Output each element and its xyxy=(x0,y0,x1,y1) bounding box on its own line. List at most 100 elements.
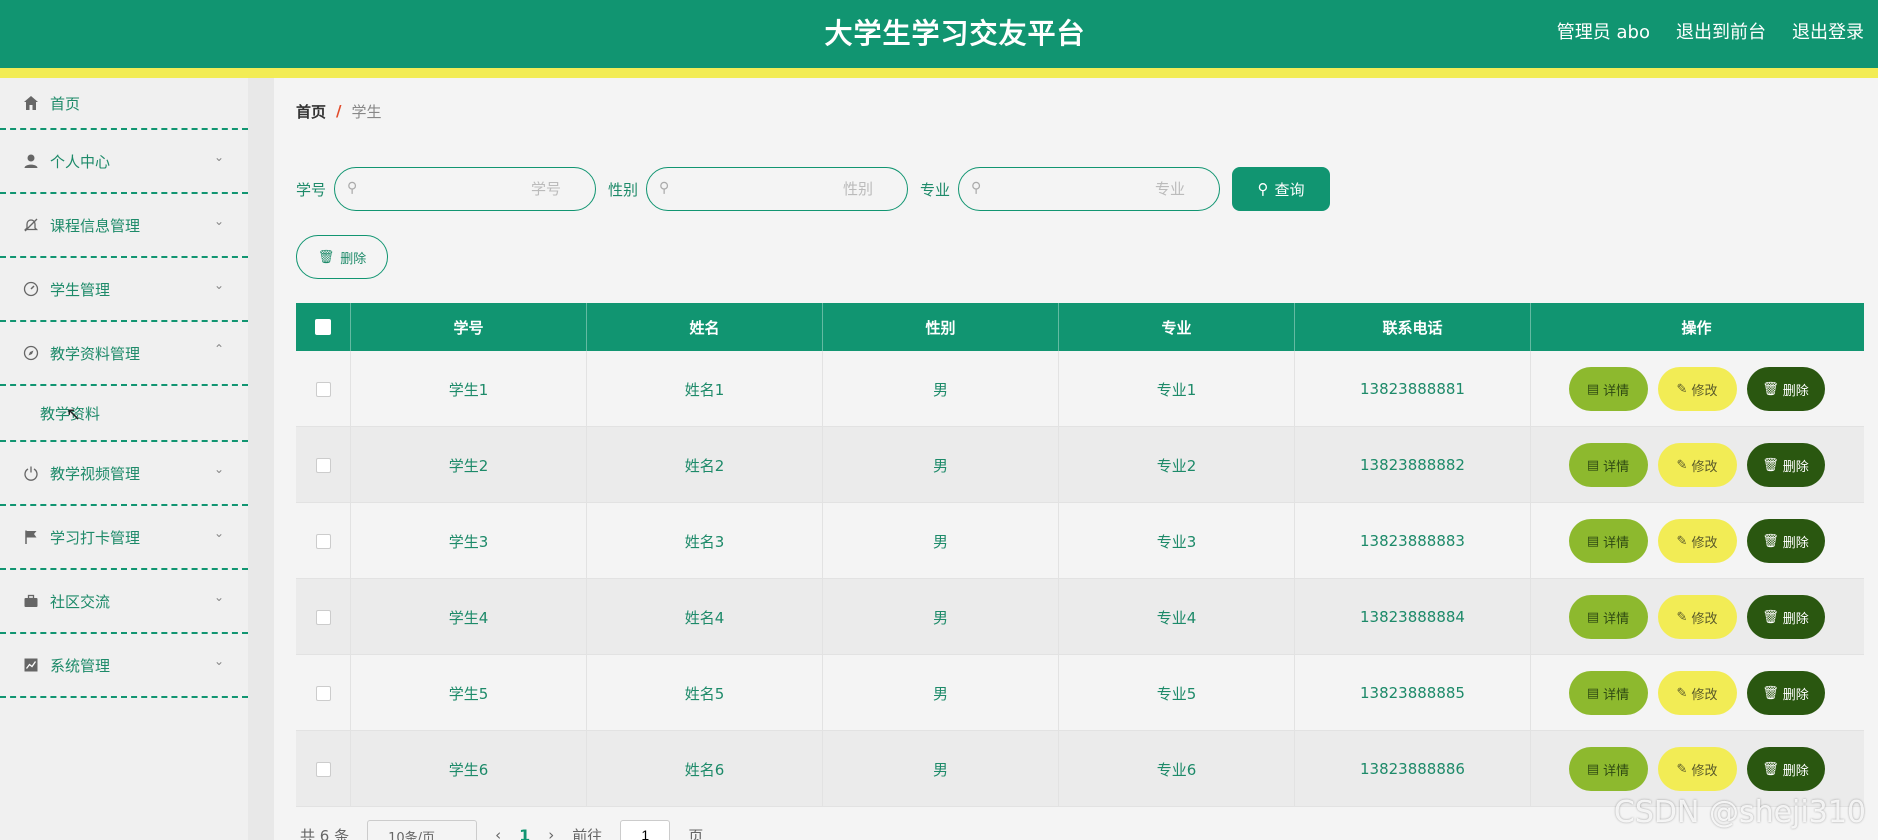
edit-button[interactable]: ✎ 修改 xyxy=(1657,747,1737,791)
col-header-name[interactable]: 姓名 xyxy=(587,303,823,351)
home-icon xyxy=(22,94,40,112)
row-actions: ▤ 详情 ✎ 修改 🗑 删除 xyxy=(1531,655,1862,731)
col-header-gender[interactable]: 性别 xyxy=(823,303,1059,351)
document-icon: ▤ xyxy=(1586,609,1600,625)
search-input-id[interactable] xyxy=(335,168,596,210)
row-select-cell xyxy=(296,579,351,655)
pencil-icon: ✎ xyxy=(1676,609,1688,625)
pencil-icon: ✎ xyxy=(1676,457,1688,473)
delete-button[interactable]: 🗑 删除 xyxy=(1746,367,1825,411)
to-front-link[interactable]: 退出到前台 xyxy=(1676,18,1766,44)
sidebar-item-label: 教学资料管理 xyxy=(50,344,141,363)
sidebar-item-materials[interactable]: 教学资料管理 ⌃ xyxy=(0,322,248,386)
detail-button[interactable]: ▤ 详情 xyxy=(1568,671,1648,715)
sidebar-item-student[interactable]: 学生管理 ⌄ xyxy=(0,258,248,322)
edit-button[interactable]: ✎ 修改 xyxy=(1657,595,1737,639)
pencil-icon: ✎ xyxy=(1676,533,1688,549)
trash-icon: 🗑 xyxy=(1762,533,1779,549)
col-header-phone[interactable]: 联系电话 xyxy=(1295,303,1531,351)
row-checkbox[interactable] xyxy=(315,457,331,473)
goto-page-input[interactable] xyxy=(620,820,671,840)
trash-icon: 🗑 xyxy=(1762,381,1779,397)
edit-button[interactable]: ✎ 修改 xyxy=(1657,671,1737,715)
chart-icon xyxy=(22,656,40,674)
delete-button[interactable]: 🗑 删除 xyxy=(1746,443,1825,487)
pencil-icon: ✎ xyxy=(1676,381,1688,397)
col-header-id[interactable]: 学号 xyxy=(351,303,587,351)
pencil-icon: ✎ xyxy=(1676,761,1688,777)
sidebar-item-course[interactable]: 课程信息管理 ⌄ xyxy=(0,194,248,258)
detail-button[interactable]: ▤ 详情 xyxy=(1568,519,1648,563)
row-checkbox[interactable] xyxy=(315,685,331,701)
document-icon: ▤ xyxy=(1586,761,1600,777)
detail-label: 详情 xyxy=(1603,763,1630,779)
power-icon xyxy=(22,464,40,482)
detail-button[interactable]: ▤ 详情 xyxy=(1568,367,1648,411)
sidebar-item-system[interactable]: 系统管理 ⌄ xyxy=(0,634,248,698)
sidebar-subitem-materials[interactable]: 教学资料 xyxy=(0,386,248,442)
table-row: 学生3 姓名3 男专业3 13823888883 ▤ 详情 ✎ 修改 🗑 删除 xyxy=(296,503,1864,579)
prev-page-icon[interactable]: ‹ xyxy=(495,826,501,840)
sidebar-scrollbar-track[interactable] xyxy=(248,78,274,840)
cell-gender: 男 xyxy=(823,579,1059,655)
sidebar-item-home[interactable]: 首页 xyxy=(0,78,248,130)
row-select-cell xyxy=(296,351,351,427)
delete-label: 删除 xyxy=(1782,611,1809,627)
cell-student-id: 学生6 xyxy=(351,731,587,807)
batch-delete-button[interactable]: 🗑 删除 xyxy=(296,235,388,279)
edit-label: 修改 xyxy=(1691,535,1718,551)
table-row: 学生5 姓名5 男专业5 13823888885 ▤ 详情 ✎ 修改 🗑 删除 xyxy=(296,655,1864,731)
row-checkbox[interactable] xyxy=(315,761,331,777)
next-page-icon[interactable]: › xyxy=(548,826,554,840)
cell-major: 专业6 xyxy=(1059,731,1295,807)
detail-button[interactable]: ▤ 详情 xyxy=(1568,747,1648,791)
sidebar-item-label: 教学视频管理 xyxy=(50,464,141,483)
search-input-gender[interactable] xyxy=(647,168,908,210)
chevron-down-icon: ⌄ xyxy=(213,278,224,292)
cell-major: 专业4 xyxy=(1059,579,1295,655)
detail-button[interactable]: ▤ 详情 xyxy=(1568,443,1648,487)
cell-gender: 男 xyxy=(823,731,1059,807)
delete-button[interactable]: 🗑 删除 xyxy=(1746,747,1825,791)
breadcrumb-home[interactable]: 首页 xyxy=(296,101,326,122)
cell-phone: 13823888882 xyxy=(1295,427,1531,503)
edit-button[interactable]: ✎ 修改 xyxy=(1657,519,1737,563)
select-all-checkbox[interactable] xyxy=(315,319,331,335)
detail-label: 详情 xyxy=(1603,535,1630,551)
sidebar-item-checkin[interactable]: 学习打卡管理 ⌄ xyxy=(0,506,248,570)
table-row: 学生2 姓名2 男专业2 13823888882 ▤ 详情 ✎ 修改 🗑 删除 xyxy=(296,427,1864,503)
chevron-down-icon: ⌄ xyxy=(213,214,224,228)
cell-phone: 13823888881 xyxy=(1295,351,1531,427)
sidebar-item-label: 学习打卡管理 xyxy=(50,528,141,547)
query-button[interactable]: ⚲ 查询 xyxy=(1232,167,1331,211)
row-checkbox[interactable] xyxy=(315,381,331,397)
detail-button[interactable]: ▤ 详情 xyxy=(1568,595,1648,639)
edit-button[interactable]: ✎ 修改 xyxy=(1657,443,1737,487)
delete-button[interactable]: 🗑 删除 xyxy=(1746,595,1825,639)
document-icon: ▤ xyxy=(1586,685,1600,701)
briefcase-icon xyxy=(22,592,40,610)
row-checkbox[interactable] xyxy=(315,533,331,549)
delete-button[interactable]: 🗑 删除 xyxy=(1746,671,1825,715)
col-header-major[interactable]: 专业 xyxy=(1059,303,1295,351)
sidebar-item-label: 系统管理 xyxy=(50,656,111,675)
goto-suffix: 页 xyxy=(688,826,704,840)
sidebar-item-community[interactable]: 社区交流 ⌄ xyxy=(0,570,248,634)
page-number[interactable]: 1 xyxy=(519,826,530,840)
table-row: 学生4 姓名4 男专业4 13823888884 ▤ 详情 ✎ 修改 🗑 删除 xyxy=(296,579,1864,655)
chevron-down-icon: ⌄ xyxy=(213,590,224,604)
edit-label: 修改 xyxy=(1691,763,1718,779)
col-header-actions: 操作 xyxy=(1681,318,1712,337)
sidebar-item-videos[interactable]: 教学视频管理 ⌄ xyxy=(0,442,248,506)
row-checkbox[interactable] xyxy=(315,609,331,625)
search-bar: 学号 ⚲ 性别 ⚲ 专业 ⚲ ⚲ 查询 xyxy=(296,167,1331,211)
sidebar-item-personal[interactable]: 个人中心 ⌄ xyxy=(0,130,248,194)
search-icon: ⚲ xyxy=(1257,180,1269,198)
delete-button[interactable]: 🗑 删除 xyxy=(1746,519,1825,563)
page-size-select[interactable]: 10条/页 xyxy=(367,820,478,840)
edit-label: 修改 xyxy=(1691,383,1718,399)
row-actions: ▤ 详情 ✎ 修改 🗑 删除 xyxy=(1531,351,1862,427)
logout-link[interactable]: 退出登录 xyxy=(1792,18,1864,44)
search-input-major[interactable] xyxy=(959,168,1220,210)
edit-button[interactable]: ✎ 修改 xyxy=(1657,367,1737,411)
